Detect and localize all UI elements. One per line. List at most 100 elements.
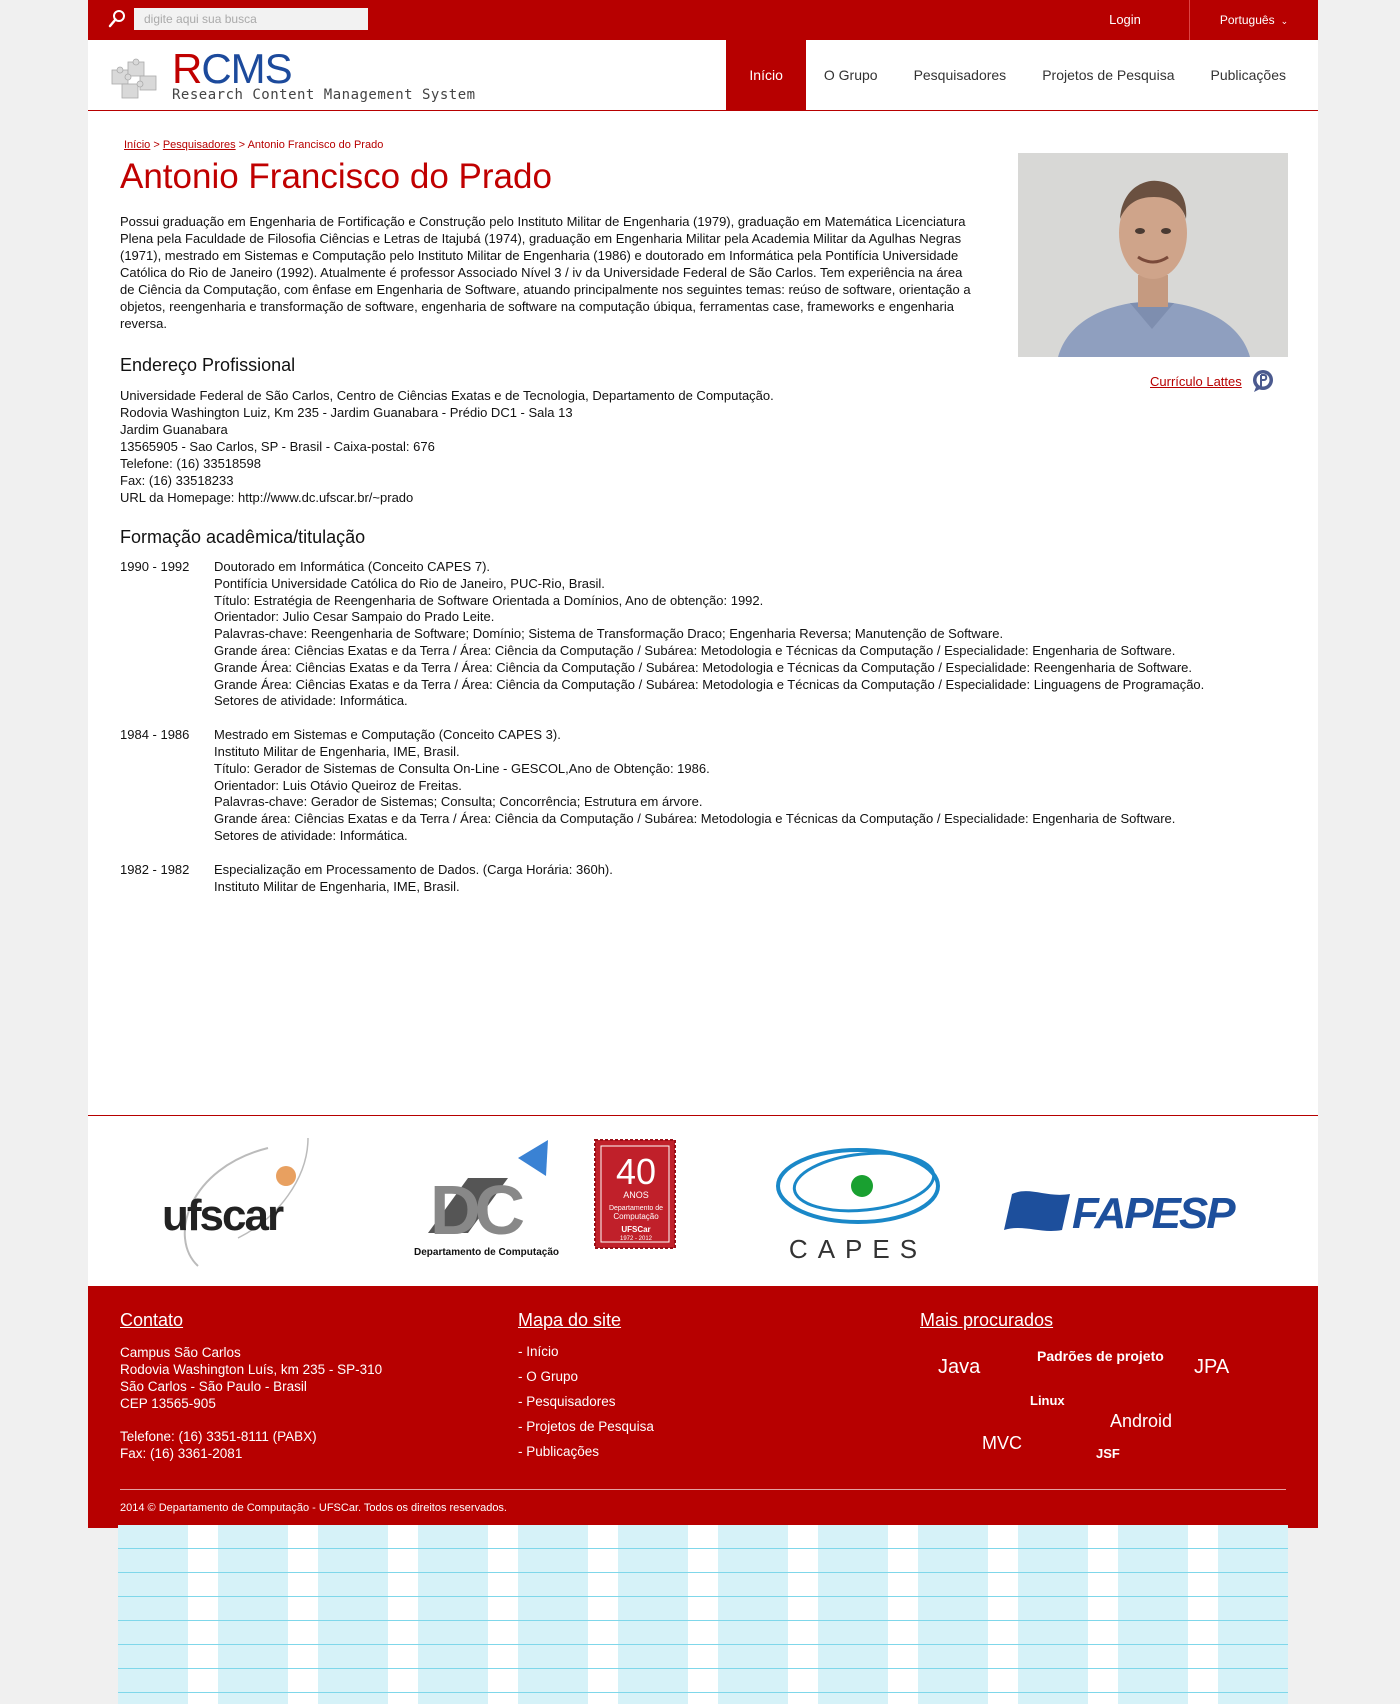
capes-wordmark: CAPES: [789, 1234, 927, 1264]
education-years: 1990 - 1992: [120, 559, 190, 574]
top-bar-right: Login Português ⌄: [1061, 0, 1318, 40]
education-line: Título: Estratégia de Reengenharia de So…: [214, 592, 764, 608]
footer-sitemap-links: - Início - O Grupo - Pesquisadores - Pro…: [518, 1344, 654, 1469]
footer-link-publicacoes[interactable]: - Publicações: [518, 1444, 654, 1469]
education-line: Mestrado em Sistemas e Computação (Conce…: [214, 727, 561, 743]
footer-link-o-grupo[interactable]: - O Grupo: [518, 1369, 654, 1394]
dc-badge-anos: ANOS: [623, 1190, 649, 1200]
education-line: Grande área: Ciências Exatas e da Terra …: [214, 642, 1176, 658]
education-line: Setores de atividade: Informática.: [214, 827, 408, 843]
tag-linux[interactable]: Linux: [1030, 1393, 1065, 1408]
education-line: Palavras-chave: Gerador de Sistemas; Con…: [214, 794, 703, 810]
dc-badge-number: 40: [616, 1151, 656, 1192]
layout-grid-overlay: [118, 1525, 1288, 1704]
fapesp-logo[interactable]: FAPESP: [1000, 1138, 1250, 1268]
address-line: Universidade Federal de São Carlos, Cent…: [120, 388, 774, 403]
main-content: Início > Pesquisadores > Antonio Francis…: [88, 111, 1318, 1115]
search-icon[interactable]: [108, 9, 126, 29]
page-title: Antonio Francisco do Prado: [120, 157, 552, 196]
footer-phone-line: Fax: (16) 3361-2081: [120, 1446, 243, 1461]
dc-caption: Departamento de Computação: [414, 1247, 559, 1258]
education-line: Setores de atividade: Informática.: [214, 693, 408, 709]
dc-badge-line: Departamento de: [609, 1205, 663, 1212]
profile-photo: [1018, 153, 1288, 357]
education-line: Grande área: Ciências Exatas e da Terra …: [214, 811, 1176, 827]
education-line: Instituto Militar de Engenharia, IME, Br…: [214, 743, 460, 759]
lattes-icon[interactable]: [1252, 369, 1274, 393]
footer-link-pesquisadores[interactable]: - Pesquisadores: [518, 1394, 654, 1419]
dc-badge-years: 1972 - 2012: [620, 1236, 653, 1242]
main-nav: Início O Grupo Pesquisadores Projetos de…: [726, 40, 1304, 110]
breadcrumb-home-link[interactable]: Início: [124, 139, 150, 151]
breadcrumb-separator: >: [235, 139, 248, 151]
breadcrumb-section-link[interactable]: Pesquisadores: [163, 139, 236, 151]
education-details: Mestrado em Sistemas e Computação (Conce…: [214, 727, 1175, 845]
footer-contact-address: Campus São Carlos Rodovia Washington Luí…: [120, 1344, 382, 1412]
address-line: 13565905 - Sao Carlos, SP - Brasil - Cai…: [120, 439, 435, 454]
tag-android[interactable]: Android: [1110, 1411, 1172, 1432]
nav-item-o-grupo[interactable]: O Grupo: [806, 40, 896, 110]
login-link[interactable]: Login: [1061, 0, 1190, 40]
education-line: Orientador: Luis Otávio Queiroz de Freit…: [214, 777, 462, 793]
nav-item-publicacoes[interactable]: Publicações: [1193, 40, 1305, 110]
tag-jpa[interactable]: JPA: [1194, 1356, 1229, 1379]
fapesp-wordmark: FAPESP: [1072, 1189, 1236, 1238]
tag-padroes-de-projeto[interactable]: Padrões de projeto: [1037, 1348, 1164, 1364]
footer-popular-heading: Mais procurados: [920, 1310, 1054, 1330]
nav-item-inicio[interactable]: Início: [726, 40, 806, 110]
site-logo[interactable]: RCMS: [172, 45, 293, 92]
nav-item-pesquisadores[interactable]: Pesquisadores: [896, 40, 1025, 110]
education-line: Instituto Militar de Engenharia, IME, Br…: [214, 878, 460, 894]
education-line: Orientador: Julio Cesar Sampaio do Prado…: [214, 609, 495, 625]
logo-letters: CMS: [201, 45, 292, 92]
education-line: Doutorado em Informática (Conceito CAPES…: [214, 559, 491, 574]
dc-badge-line: Computação: [613, 1212, 659, 1221]
search-bar: [108, 8, 368, 30]
dc-40-anos-badge: 40 ANOS Departamento de Computação UFSCa…: [593, 1138, 679, 1268]
dc-logo[interactable]: DC Departamento de Computação: [408, 1138, 578, 1268]
search-input[interactable]: [134, 8, 368, 30]
address-line: Rodovia Washington Luiz, Km 235 - Jardim…: [120, 405, 573, 420]
footer-contact-line: Campus São Carlos: [120, 1345, 241, 1360]
lattes-link[interactable]: Currículo Lattes: [1150, 374, 1242, 389]
tag-java[interactable]: Java: [938, 1356, 980, 1379]
logo-subtitle: Research Content Management System: [172, 87, 476, 103]
address-line: Telefone: (16) 33518598: [120, 456, 261, 471]
logo-letter-r: R: [172, 45, 202, 92]
site-header: RCMS Research Content Management System …: [88, 40, 1318, 111]
dc-wordmark: DC: [430, 1171, 524, 1249]
ufscar-wordmark: ufscar: [162, 1191, 284, 1240]
footer-contact-line: CEP 13565-905: [120, 1396, 216, 1411]
language-selector[interactable]: Português ⌄: [1190, 0, 1318, 40]
top-bar: Login Português ⌄: [88, 0, 1318, 40]
lattes-link-wrap: Currículo Lattes: [1150, 369, 1274, 393]
address-block: Universidade Federal de São Carlos, Cent…: [120, 387, 774, 506]
tag-jsf[interactable]: JSF: [1096, 1446, 1120, 1461]
language-label: Português: [1219, 13, 1275, 27]
footer-contact-phones: Telefone: (16) 3351-8111 (PABX) Fax: (16…: [120, 1428, 317, 1462]
ufscar-logo[interactable]: ufscar: [158, 1137, 338, 1268]
breadcrumb-separator: >: [150, 139, 163, 151]
footer-contact-heading: Contato: [120, 1310, 184, 1330]
address-heading: Endereço Profissional: [120, 355, 296, 375]
chevron-down-icon: ⌄: [1280, 16, 1289, 26]
capes-logo[interactable]: CAPES: [768, 1138, 948, 1268]
puzzle-logo-icon: [111, 58, 157, 99]
footer-link-projetos[interactable]: - Projetos de Pesquisa: [518, 1419, 654, 1444]
footer-phone-line: Telefone: (16) 3351-8111 (PABX): [120, 1429, 317, 1444]
education-list: 1990 - 1992 Doutorado em Informática (Co…: [120, 559, 1310, 912]
footer-link-inicio[interactable]: - Início: [518, 1344, 654, 1369]
nav-item-projetos[interactable]: Projetos de Pesquisa: [1024, 40, 1192, 110]
footer-contact-line: Rodovia Washington Luís, km 235 - SP-310: [120, 1362, 383, 1377]
address-line: Jardim Guanabara: [120, 422, 228, 437]
education-heading: Formação acadêmica/titulação: [120, 527, 366, 547]
education-entry: 1990 - 1992 Doutorado em Informática (Co…: [120, 559, 1310, 710]
tag-mvc[interactable]: MVC: [982, 1433, 1022, 1454]
education-entry: 1982 - 1982 Especialização em Processame…: [120, 862, 1310, 896]
education-line: Palavras-chave: Reengenharia de Software…: [214, 626, 1004, 642]
education-line: Grande Área: Ciências Exatas e da Terra …: [214, 676, 1205, 692]
education-entry: 1984 - 1986 Mestrado em Sistemas e Compu…: [120, 727, 1310, 845]
partner-logos: ufscar DC Departamento de Computação 40 …: [88, 1115, 1318, 1286]
education-line: Pontifícia Universidade Católica do Rio …: [214, 575, 605, 591]
education-line: Grande Área: Ciências Exatas e da Terra …: [214, 659, 1192, 675]
